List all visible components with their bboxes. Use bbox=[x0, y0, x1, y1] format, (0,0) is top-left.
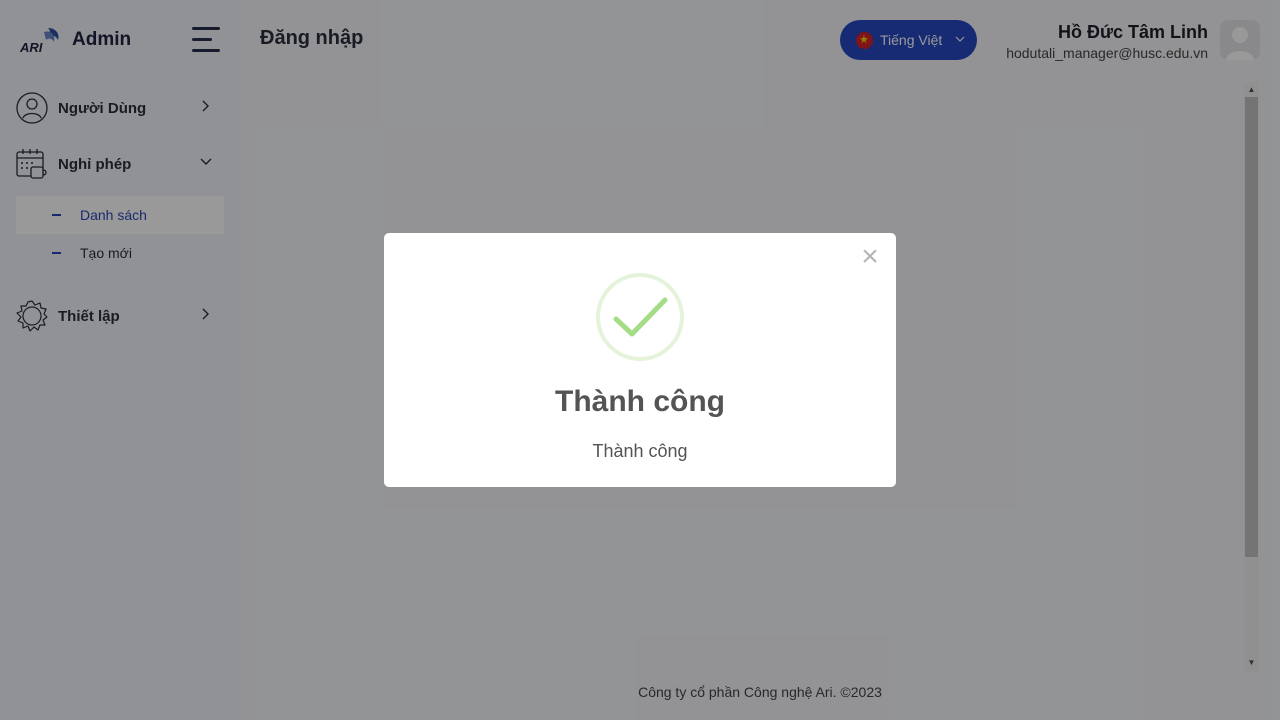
success-dialog: × Thành công Thành công bbox=[384, 233, 896, 487]
dialog-title: Thành công bbox=[555, 385, 725, 418]
success-check-icon bbox=[596, 273, 684, 361]
dialog-message: Thành công bbox=[592, 441, 688, 461]
close-button[interactable]: × bbox=[858, 242, 882, 272]
